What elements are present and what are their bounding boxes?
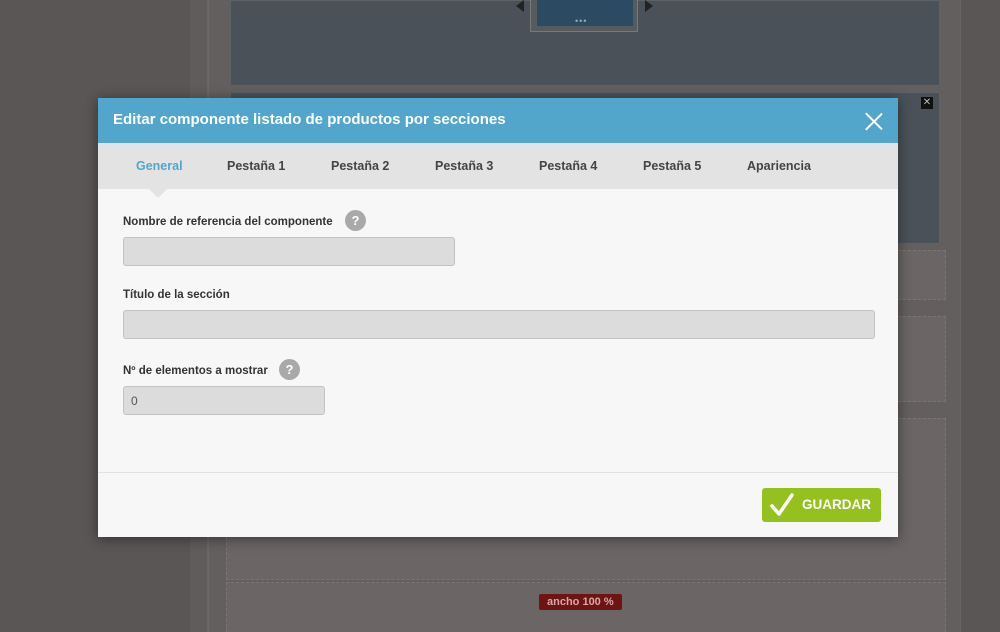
tab-pestana-4[interactable]: Pestaña 4 xyxy=(539,143,597,189)
close-icon[interactable] xyxy=(862,109,886,133)
tab-bar: General Pestaña 1 Pestaña 2 Pestaña 3 Pe… xyxy=(98,143,898,189)
width-badge: ancho 100 % xyxy=(539,594,622,610)
tab-pestana-5[interactable]: Pestaña 5 xyxy=(643,143,701,189)
items-to-show-input[interactable] xyxy=(123,386,325,415)
tab-apariencia[interactable]: Apariencia xyxy=(747,143,811,189)
help-icon[interactable]: ? xyxy=(279,359,300,380)
tab-pestana-2[interactable]: Pestaña 2 xyxy=(331,143,389,189)
background-prev-arrow-icon xyxy=(516,0,524,12)
background-right-panel xyxy=(960,0,1000,632)
section-title-input[interactable] xyxy=(123,310,875,339)
section-title-label: Título de la sección xyxy=(123,289,230,301)
background-thumbnail: ••• xyxy=(530,0,638,32)
background-close-icon: ✕ xyxy=(921,97,933,109)
background-next-arrow-icon xyxy=(645,0,653,12)
reference-name-input[interactable] xyxy=(123,237,455,266)
save-button[interactable]: GUARDAR xyxy=(762,488,881,522)
save-button-label: GUARDAR xyxy=(802,497,871,512)
dialog-header: Editar componente listado de productos p… xyxy=(98,98,898,143)
reference-name-label: Nombre de referencia del componente xyxy=(123,216,333,228)
checkmark-icon xyxy=(770,493,794,516)
edit-component-dialog: Editar componente listado de productos p… xyxy=(98,98,898,537)
items-to-show-label: Nº de elementos a mostrar xyxy=(123,365,268,377)
dialog-title: Editar componente listado de productos p… xyxy=(113,111,506,128)
footer-divider xyxy=(98,472,898,473)
tab-pestana-1[interactable]: Pestaña 1 xyxy=(227,143,285,189)
tab-pestana-3[interactable]: Pestaña 3 xyxy=(435,143,493,189)
background-thumbnail-dots: ••• xyxy=(575,16,588,26)
help-icon[interactable]: ? xyxy=(345,210,366,231)
active-tab-indicator xyxy=(149,189,167,198)
tab-general[interactable]: General xyxy=(136,143,183,189)
